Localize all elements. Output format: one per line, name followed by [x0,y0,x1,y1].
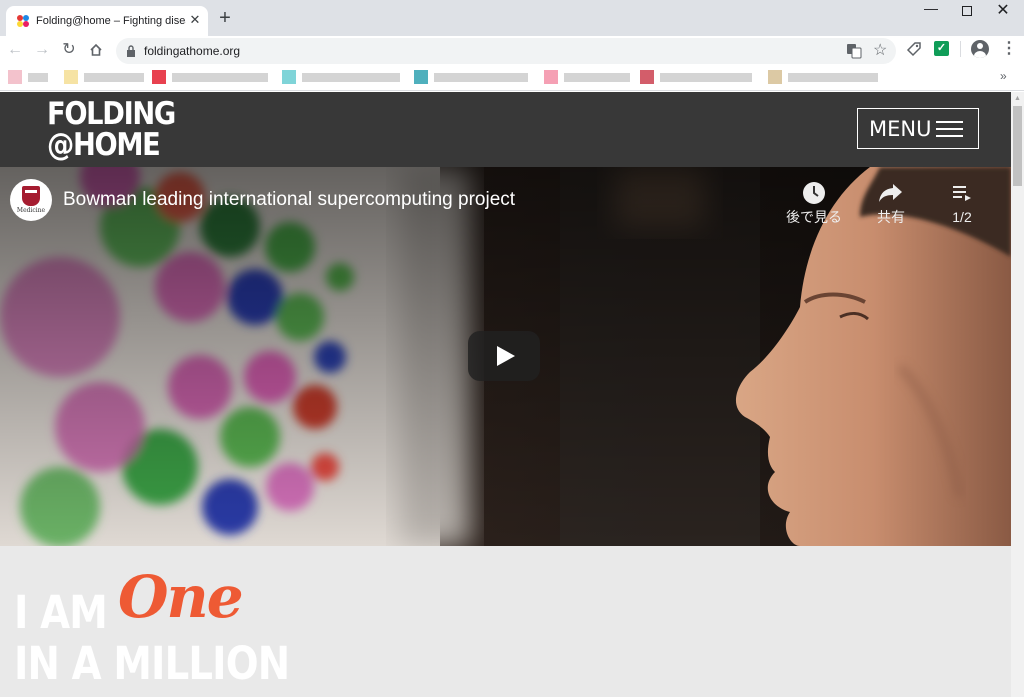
hero-script-word: One [118,563,244,631]
bookmark-item[interactable] [768,70,880,84]
university-crest-icon [22,186,40,206]
browser-tabstrip: Folding@home – Fighting diseas ✕ + — ✕ [0,0,1024,36]
logo-line-2: @HOME [47,127,161,163]
bookmark-label-blurred [28,73,48,82]
clock-icon [803,182,825,204]
bookmark-favicon-icon [8,70,22,84]
page-scrollbar[interactable]: ▲ [1011,92,1024,697]
bookmark-label-blurred [788,73,878,82]
playlist-icon [953,186,971,201]
bookmark-item[interactable] [414,70,530,84]
browser-menu-icon[interactable]: ⋮ [1001,40,1017,58]
bookmarks-overflow-button[interactable]: » [1000,69,1007,83]
bookmark-item[interactable] [640,70,754,84]
tab-close-icon[interactable]: ✕ [187,12,203,28]
browser-toolbar: ← → ↻ foldingathome.org ☆ ✓ ⋮ [0,36,1024,64]
hero-line-2: IN A MILLION [14,637,290,690]
watch-later-button[interactable]: 後で見る [782,181,846,237]
tag-extension-icon[interactable] [906,41,922,57]
forward-button[interactable]: → [30,38,54,62]
address-bar[interactable]: foldingathome.org ☆ [116,38,896,64]
reload-button[interactable]: ↻ [57,38,81,62]
video-title[interactable]: Bowman leading international supercomput… [63,188,515,212]
bookmark-favicon-icon [768,70,782,84]
bookmark-item[interactable] [152,70,270,84]
back-button[interactable]: ← [3,38,27,62]
bookmark-label-blurred [660,73,752,82]
hero-section: I AM One IN A MILLION [0,546,1011,697]
watch-later-label: 後で見る [786,209,842,225]
channel-avatar[interactable]: Medicine [10,179,52,221]
check-extension-icon[interactable]: ✓ [934,41,949,56]
channel-badge-label: Medicine [16,207,46,214]
bookmark-label-blurred [172,73,268,82]
scroll-up-arrow-icon[interactable]: ▲ [1011,92,1024,105]
share-arrow-icon [879,184,902,202]
bookmark-favicon-icon [640,70,654,84]
bookmark-item[interactable] [64,70,144,84]
bookmark-label-blurred [84,73,144,82]
bookmark-item[interactable] [282,70,402,84]
home-icon [90,43,102,56]
home-button[interactable] [84,38,108,62]
hero-line-1: I AM [14,586,108,639]
bookmark-favicon-icon [64,70,78,84]
site-header: FOLDING @HOME MENU [0,92,1011,167]
bookmarks-bar: » [0,64,1024,91]
hamburger-icon [936,121,963,137]
share-label: 共有 [877,209,905,225]
browser-tab[interactable]: Folding@home – Fighting diseas ✕ [6,6,208,36]
bookmark-favicon-icon [544,70,558,84]
window-close-button[interactable]: ✕ [980,0,1024,24]
menu-button[interactable]: MENU [857,108,979,149]
bookmark-label-blurred [434,73,528,82]
playlist-button[interactable]: 1/2 [930,181,994,237]
logo-line-1: FOLDING [47,96,176,132]
bookmark-item[interactable] [544,70,632,84]
folding-favicon-icon [17,15,29,27]
bookmark-label-blurred [302,73,400,82]
profile-avatar-icon[interactable] [971,40,989,58]
video-player[interactable]: Medicine Bowman leading international su… [0,167,1011,546]
menu-label: MENU [869,117,932,141]
playlist-position: 1/2 [952,209,972,225]
site-logo[interactable]: FOLDING @HOME [47,96,176,163]
scrollbar-thumb[interactable] [1013,106,1022,186]
bookmark-favicon-icon [282,70,296,84]
play-button[interactable] [468,331,540,381]
bookmark-favicon-icon [152,70,166,84]
web-page: FOLDING @HOME MENU Medicine Bowman leadi… [0,92,1011,697]
bookmark-item[interactable] [8,70,48,84]
bookmark-favicon-icon [414,70,428,84]
tab-title: Folding@home – Fighting diseas [36,15,186,27]
bookmark-label-blurred [564,73,630,82]
bookmark-star-icon[interactable]: ☆ [873,41,887,61]
translate-icon[interactable] [846,43,862,59]
toolbar-separator [960,41,961,57]
maximize-icon [962,6,972,16]
new-tab-button[interactable]: + [213,8,237,30]
share-button[interactable]: 共有 [859,181,923,237]
url-text: foldingathome.org [144,44,241,58]
lock-icon [127,45,135,57]
